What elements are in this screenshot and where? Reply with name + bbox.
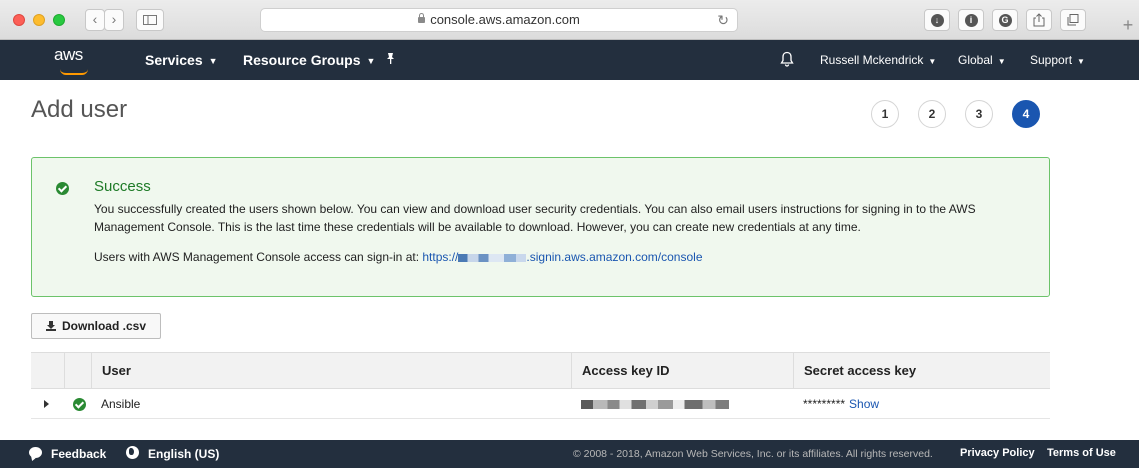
extension-grammar-button[interactable]: G	[992, 9, 1018, 31]
extension-1password-button[interactable]: i	[958, 9, 984, 31]
success-check-icon	[56, 182, 69, 195]
sidebar-icon	[143, 15, 157, 25]
back-button[interactable]: ‹	[85, 9, 105, 31]
success-alert: Success You successfully created the use…	[31, 157, 1050, 297]
chevron-down-icon: ▼	[1077, 57, 1085, 66]
column-header-user[interactable]: User	[91, 353, 571, 389]
chevron-down-icon: ▼	[997, 57, 1006, 66]
language-selector[interactable]: English (US)	[148, 447, 219, 461]
address-bar[interactable]: console.aws.amazon.com ↻	[260, 8, 738, 32]
account-menu[interactable]: Russell Mckendrick ▼	[820, 53, 936, 67]
secret-key-cell: ********* Show	[803, 397, 880, 411]
chevron-down-icon: ▼	[208, 56, 218, 66]
url-text: console.aws.amazon.com	[430, 12, 580, 27]
copyright-text: © 2008 - 2018, Amazon Web Services, Inc.…	[573, 448, 933, 460]
wizard-step-4-active: 4	[1012, 100, 1040, 128]
aws-logo-smile	[60, 69, 88, 75]
grammar-extension-icon: G	[998, 13, 1012, 27]
redacted-account-id	[458, 253, 527, 262]
wizard-step-1[interactable]: 1	[871, 100, 899, 128]
lock-icon	[418, 12, 426, 23]
extension-download-button[interactable]: ↓	[924, 9, 950, 31]
sidebar-toggle-button[interactable]	[136, 9, 164, 31]
browser-toolbar: ‹ › console.aws.amazon.com ↻ ↓ i G +	[0, 0, 1139, 40]
access-key-cell	[581, 389, 741, 419]
tabs-icon	[1067, 14, 1079, 26]
download-csv-button[interactable]: Download .csv	[31, 313, 161, 339]
expand-row-icon[interactable]	[44, 400, 49, 408]
aws-logo[interactable]: aws	[54, 45, 94, 65]
password-manager-icon: i	[964, 13, 978, 27]
show-secret-link[interactable]: Show	[849, 397, 879, 411]
terms-of-use-link[interactable]: Terms of Use	[1047, 447, 1116, 459]
chevron-down-icon: ▼	[928, 57, 937, 66]
services-menu[interactable]: Services ▼	[145, 52, 218, 68]
success-title: Success	[94, 178, 151, 195]
expand-column-header	[31, 353, 64, 389]
privacy-policy-link[interactable]: Privacy Policy	[960, 447, 1035, 459]
forward-button[interactable]: ›	[104, 9, 124, 31]
signin-info: Users with AWS Management Console access…	[94, 250, 703, 264]
table-header: User Access key ID Secret access key	[31, 352, 1050, 389]
wizard-step-3[interactable]: 3	[965, 100, 993, 128]
column-header-secret-key[interactable]: Secret access key	[793, 353, 1050, 389]
download-arrow-icon: ↓	[930, 13, 944, 27]
region-menu[interactable]: Global ▼	[958, 53, 1006, 67]
support-menu[interactable]: Support ▼	[1030, 53, 1085, 67]
column-header-access-key[interactable]: Access key ID	[571, 353, 793, 389]
zoom-window-button[interactable]	[53, 14, 65, 26]
success-message: You successfully created the users shown…	[94, 202, 976, 234]
tabs-overview-button[interactable]	[1060, 9, 1086, 31]
download-icon	[45, 321, 56, 331]
success-check-icon	[73, 398, 86, 411]
credentials-table: User Access key ID Secret access key Ans…	[31, 352, 1050, 419]
feedback-link[interactable]: Feedback	[51, 447, 106, 461]
close-window-button[interactable]	[13, 14, 25, 26]
share-button[interactable]	[1026, 9, 1052, 31]
aws-nav-bar: aws Services ▼ Resource Groups ▼ Russell M…	[0, 40, 1139, 80]
user-name-cell: Ansible	[101, 397, 141, 411]
globe-icon	[126, 446, 139, 459]
signin-url-link[interactable]: https://.signin.aws.amazon.com/console	[422, 250, 702, 264]
reload-icon[interactable]: ↻	[717, 9, 729, 31]
wizard-step-2[interactable]: 2	[918, 100, 946, 128]
console-footer: Feedback English (US) © 2008 - 2018, Ama…	[0, 440, 1139, 468]
feedback-icon	[29, 447, 42, 458]
resource-groups-menu[interactable]: Resource Groups ▼	[243, 52, 375, 68]
pin-icon[interactable]	[385, 52, 396, 68]
status-column-header	[64, 353, 91, 389]
page-title: Add user	[31, 96, 128, 123]
share-icon	[1033, 13, 1045, 27]
chevron-down-icon: ▼	[366, 56, 376, 66]
minimize-window-button[interactable]	[33, 14, 45, 26]
table-row: Ansible ********* Show	[31, 389, 1050, 419]
new-tab-button[interactable]: +	[1117, 12, 1139, 38]
redacted-access-key	[581, 400, 729, 409]
bell-icon[interactable]	[780, 51, 794, 67]
